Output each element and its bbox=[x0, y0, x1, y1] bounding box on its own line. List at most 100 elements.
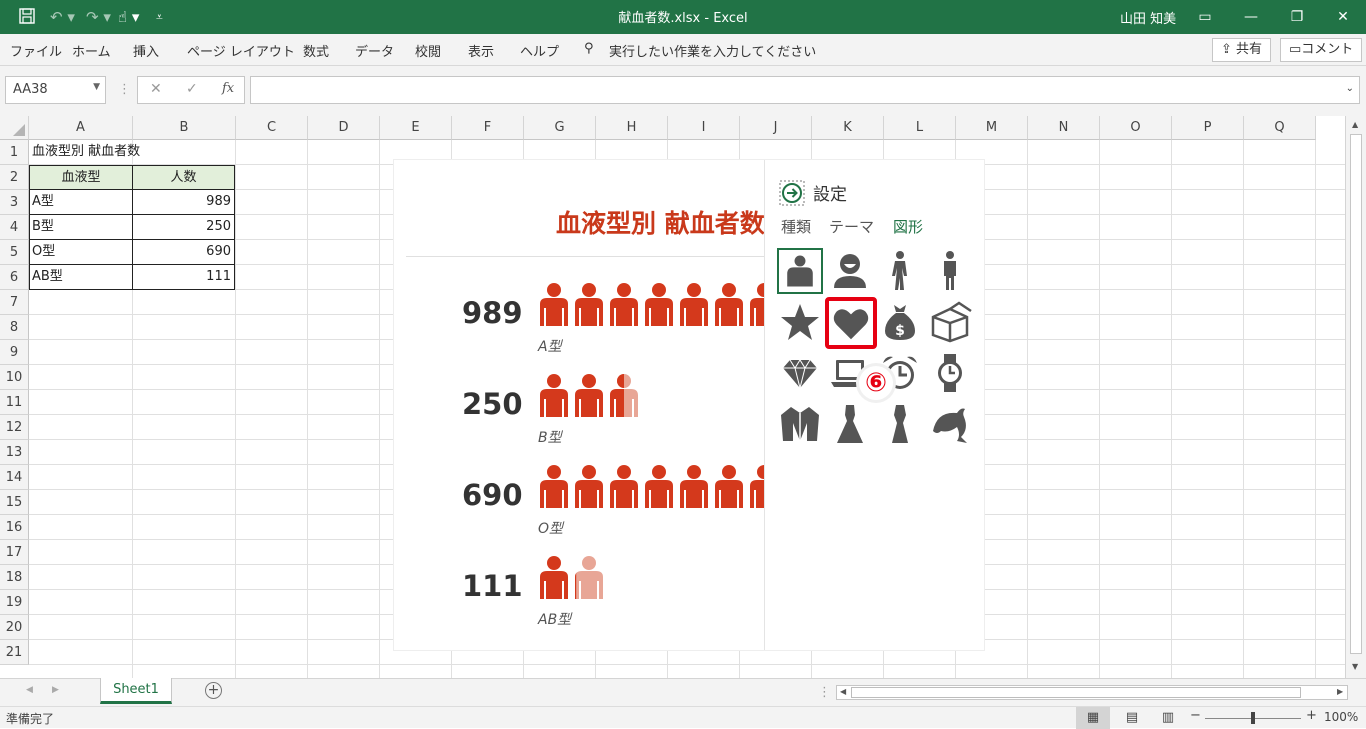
dress-icon[interactable] bbox=[827, 401, 873, 447]
tab-home[interactable]: ホーム bbox=[72, 41, 111, 60]
enter-icon[interactable]: ✓ bbox=[186, 81, 198, 97]
page-break-view-icon[interactable]: ▥ bbox=[1158, 707, 1178, 729]
blood-type-cell[interactable]: B型 bbox=[29, 215, 133, 240]
column-header[interactable]: H bbox=[596, 116, 668, 140]
back-arrow-icon[interactable] bbox=[779, 180, 805, 210]
comments-button[interactable]: ▭コメント bbox=[1280, 38, 1363, 62]
share-button[interactable]: ⇪ 共有 bbox=[1212, 38, 1272, 62]
blood-type-cell[interactable]: A型 bbox=[29, 190, 133, 215]
column-header[interactable]: N bbox=[1028, 116, 1100, 140]
scroll-left-icon[interactable]: ◀ bbox=[840, 687, 846, 696]
row-header[interactable]: 7 bbox=[0, 290, 29, 315]
column-header[interactable]: P bbox=[1172, 116, 1244, 140]
money-bag-icon[interactable]: $ bbox=[877, 299, 923, 345]
close-icon[interactable]: ✕ bbox=[1320, 4, 1366, 30]
row-header[interactable]: 9 bbox=[0, 340, 29, 365]
count-cell[interactable]: 111 bbox=[132, 265, 235, 290]
row-header[interactable]: 14 bbox=[0, 465, 29, 490]
row-header[interactable]: 4 bbox=[0, 215, 29, 240]
insert-function-button[interactable]: fx bbox=[222, 81, 234, 96]
blood-type-cell[interactable]: O型 bbox=[29, 240, 133, 265]
count-cell[interactable]: 250 bbox=[132, 215, 235, 240]
row-header[interactable]: 15 bbox=[0, 490, 29, 515]
scroll-sheet-right-icon[interactable]: ▶ bbox=[52, 685, 59, 695]
restore-icon[interactable]: ❐ bbox=[1274, 4, 1320, 30]
scroll-right-icon[interactable]: ▶ bbox=[1337, 687, 1343, 696]
diamond-icon[interactable] bbox=[777, 350, 823, 396]
ribbon-display-icon[interactable]: ▭ bbox=[1182, 4, 1228, 30]
person-shirt-icon[interactable] bbox=[777, 248, 823, 294]
tab-formulas[interactable]: 数式 bbox=[303, 41, 329, 60]
normal-view-icon[interactable]: ▦ bbox=[1076, 707, 1110, 729]
column-header[interactable]: I bbox=[668, 116, 740, 140]
row-header[interactable]: 5 bbox=[0, 240, 29, 265]
header-type-cell[interactable]: 血液型 bbox=[29, 165, 133, 190]
tab-type[interactable]: 種類 bbox=[781, 216, 811, 237]
tab-review[interactable]: 校閲 bbox=[415, 41, 441, 60]
cancel-icon[interactable]: ✕ bbox=[150, 81, 162, 97]
header-count-cell[interactable]: 人数 bbox=[132, 165, 235, 190]
zoom-out-icon[interactable]: − bbox=[1190, 708, 1201, 723]
row-header[interactable]: 20 bbox=[0, 615, 29, 640]
sheet-title-cell[interactable]: 血液型別 献血者数 bbox=[29, 140, 235, 165]
name-box[interactable]: AA38 ▼ bbox=[5, 76, 106, 104]
column-header[interactable]: Q bbox=[1244, 116, 1316, 140]
column-header[interactable]: F bbox=[452, 116, 524, 140]
column-header[interactable]: J bbox=[740, 116, 812, 140]
zoom-in-icon[interactable]: + bbox=[1306, 708, 1317, 723]
tab-file[interactable]: ファイル bbox=[10, 41, 62, 60]
column-header[interactable]: O bbox=[1100, 116, 1172, 140]
column-header[interactable]: K bbox=[812, 116, 884, 140]
count-cell[interactable]: 989 bbox=[132, 190, 235, 215]
tab-page-layout[interactable]: ページ レイアウト bbox=[187, 41, 295, 60]
scroll-sheet-left-icon[interactable]: ◀ bbox=[26, 685, 33, 695]
blood-type-cell[interactable]: AB型 bbox=[29, 265, 133, 290]
row-header[interactable]: 19 bbox=[0, 590, 29, 615]
man-standing-icon[interactable] bbox=[927, 248, 973, 294]
column-header[interactable]: M bbox=[956, 116, 1028, 140]
tab-help[interactable]: ヘルプ bbox=[520, 41, 559, 60]
tab-shapes[interactable]: 図形 bbox=[893, 216, 923, 237]
heart-icon[interactable] bbox=[825, 297, 877, 349]
row-header[interactable]: 18 bbox=[0, 565, 29, 590]
gown-icon[interactable] bbox=[877, 401, 923, 447]
tab-data[interactable]: データ bbox=[355, 41, 394, 60]
zoom-level[interactable]: 100% bbox=[1324, 710, 1358, 724]
jacket-icon[interactable] bbox=[777, 401, 823, 447]
column-header[interactable]: E bbox=[380, 116, 452, 140]
row-header[interactable]: 10 bbox=[0, 365, 29, 390]
row-header[interactable]: 12 bbox=[0, 415, 29, 440]
scroll-down-icon[interactable]: ▼ bbox=[1352, 662, 1358, 671]
row-header[interactable]: 21 bbox=[0, 640, 29, 665]
page-layout-view-icon[interactable]: ▤ bbox=[1122, 707, 1142, 729]
tab-view[interactable]: 表示 bbox=[468, 41, 494, 60]
box-icon[interactable] bbox=[927, 299, 973, 345]
person-bust-icon[interactable] bbox=[827, 248, 873, 294]
vertical-scrollbar[interactable]: ▲ ▼ bbox=[1345, 116, 1366, 678]
star-icon[interactable] bbox=[777, 299, 823, 345]
row-header[interactable]: 6 bbox=[0, 265, 29, 290]
row-header[interactable]: 8 bbox=[0, 315, 29, 340]
worksheet-grid[interactable]: ABCDEFGHIJKLMNOPQ 1 2 3 4 5 6 7 8 9 10 11 12 13 14 15 1… bbox=[0, 116, 1366, 678]
user-name[interactable]: 山田 知美 bbox=[1120, 8, 1176, 27]
horizontal-scrollbar[interactable]: ◀ ▶ bbox=[836, 685, 1348, 700]
column-header[interactable]: D bbox=[308, 116, 380, 140]
column-header[interactable]: G bbox=[524, 116, 596, 140]
column-header[interactable]: C bbox=[236, 116, 308, 140]
zoom-slider-thumb[interactable] bbox=[1251, 712, 1255, 724]
column-header[interactable]: B bbox=[133, 116, 236, 140]
man-walking-icon[interactable] bbox=[877, 248, 923, 294]
column-header[interactable]: A bbox=[29, 116, 133, 140]
sheet-tab-sheet1[interactable]: Sheet1 bbox=[100, 678, 172, 704]
row-header[interactable]: 1 bbox=[0, 140, 29, 165]
tab-insert[interactable]: 挿入 bbox=[133, 41, 159, 60]
select-all-corner[interactable] bbox=[0, 116, 29, 140]
minimize-icon[interactable]: — bbox=[1228, 4, 1274, 30]
row-header[interactable]: 13 bbox=[0, 440, 29, 465]
watch-icon[interactable] bbox=[927, 350, 973, 396]
row-header[interactable]: 16 bbox=[0, 515, 29, 540]
row-header[interactable]: 11 bbox=[0, 390, 29, 415]
scroll-thumb[interactable] bbox=[1350, 134, 1362, 654]
column-header[interactable]: L bbox=[884, 116, 956, 140]
horizontal-scroll-thumb[interactable] bbox=[851, 687, 1301, 698]
